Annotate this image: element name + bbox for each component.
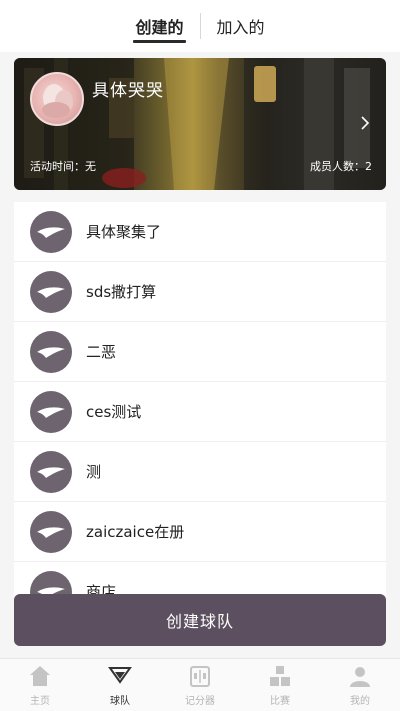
list-item[interactable]: 测: [14, 442, 386, 502]
team-icon: [108, 666, 132, 684]
team-logo-icon: [30, 510, 72, 553]
top-tab-bar: 创建的 加入的: [0, 0, 400, 52]
activity-time: 活动时间：无: [30, 160, 96, 173]
team-logo-icon: [30, 210, 72, 253]
team-name: zaiczaice在册: [86, 523, 185, 541]
profile-icon: [350, 666, 370, 687]
team-logo-icon: [30, 450, 72, 493]
list-item[interactable]: zaiczaice在册: [14, 502, 386, 562]
tab-created[interactable]: 创建的: [119, 0, 199, 52]
chevron-right-icon[interactable]: [360, 116, 370, 130]
nav-label: 球队: [110, 695, 130, 707]
team-list: 具体聚集了 sds撒打算 二恶 ces测试 测 zaiczaice在册 商店: [14, 202, 386, 598]
home-icon: [30, 665, 50, 686]
match-icon: [270, 665, 290, 686]
member-count: 成员人数：2: [310, 160, 372, 173]
list-item[interactable]: 二恶: [14, 322, 386, 382]
team-logo-icon: [30, 270, 72, 313]
scoreboard-icon: [190, 665, 210, 687]
nav-item-home[interactable]: 主页: [0, 659, 80, 711]
team-name: 二恶: [86, 343, 117, 361]
list-item[interactable]: ces测试: [14, 382, 386, 442]
team-name: 具体聚集了: [86, 223, 162, 241]
featured-team-name: 具体哭哭: [92, 81, 164, 101]
nav-item-profile[interactable]: 我的: [320, 659, 400, 711]
create-team-button[interactable]: 创建球队: [14, 594, 386, 646]
nav-label: 我的: [350, 695, 370, 707]
nav-item-scoreboard[interactable]: 记分器: [160, 659, 240, 711]
list-item[interactable]: sds撒打算: [14, 262, 386, 322]
nav-item-match[interactable]: 比赛: [240, 659, 320, 711]
list-item[interactable]: 商店: [14, 562, 386, 598]
team-name: 测: [86, 463, 102, 481]
nav-label: 比赛: [270, 695, 290, 707]
nav-label: 记分器: [185, 695, 215, 707]
team-name: sds撒打算: [86, 283, 157, 301]
team-avatar: [30, 72, 84, 126]
tab-joined[interactable]: 加入的: [201, 0, 281, 52]
team-logo-icon: [30, 390, 72, 433]
nav-label: 主页: [30, 695, 50, 707]
team-logo-icon: [30, 330, 72, 373]
nav-item-team[interactable]: 球队: [80, 659, 160, 711]
list-item[interactable]: 具体聚集了: [14, 202, 386, 262]
featured-team-card[interactable]: 具体哭哭 活动时间：无 成员人数：2: [14, 58, 386, 190]
bottom-nav: 主页 球队 记分器 比赛 我的: [0, 658, 400, 711]
team-name: ces测试: [86, 403, 142, 421]
